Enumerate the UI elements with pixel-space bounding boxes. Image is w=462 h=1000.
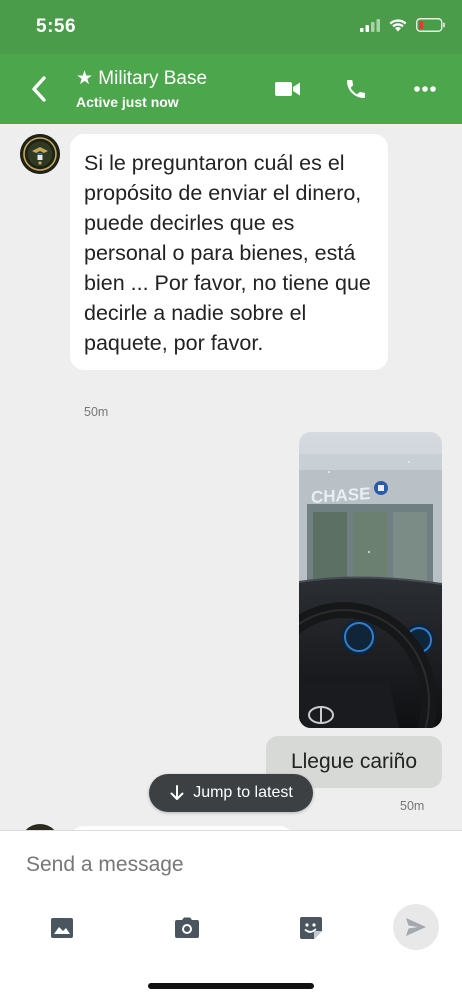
sticker-icon — [300, 917, 322, 939]
message-timestamp: 50m — [400, 799, 425, 813]
conversation-info[interactable]: ★ Military Base Active just now — [76, 67, 207, 111]
message-composer — [0, 830, 462, 1000]
battery-low-icon — [416, 17, 446, 37]
status-icons — [360, 17, 446, 37]
sticker-button[interactable] — [296, 913, 326, 943]
presence-status: Active just now — [76, 94, 179, 110]
message-text: Si le preguntaron cuál es el propósito d… — [84, 151, 371, 355]
status-time: 5:56 — [36, 16, 77, 37]
conversation-title: ★ Military Base — [76, 68, 208, 89]
home-indicator — [148, 983, 314, 989]
conversation-header: ★ Military Base Active just now — [0, 54, 462, 124]
send-icon — [406, 918, 426, 936]
message-input[interactable] — [26, 849, 356, 881]
camera-button[interactable] — [172, 913, 202, 943]
voice-call-button[interactable] — [341, 76, 371, 102]
send-button[interactable] — [393, 904, 439, 950]
message-timestamp: 50m — [84, 405, 109, 419]
phone-icon — [347, 80, 365, 98]
gallery-button[interactable] — [47, 913, 77, 943]
camera-icon — [175, 917, 199, 938]
status-bar: 5:56 — [0, 0, 462, 54]
back-button[interactable] — [22, 72, 56, 106]
video-call-button[interactable] — [273, 76, 303, 102]
wifi-icon — [388, 18, 408, 37]
more-options-button[interactable] — [410, 76, 440, 102]
incoming-message-bubble[interactable]: Si le preguntaron cuál es el propósito d… — [70, 134, 388, 370]
army-seal-avatar[interactable] — [20, 134, 60, 174]
more-icon — [414, 86, 436, 92]
video-call-icon — [275, 82, 300, 96]
message-list[interactable]: Si le preguntaron cuál es el propósito d… — [0, 124, 462, 830]
message-text: Llegue cariño — [290, 750, 418, 773]
chevron-left-icon — [32, 76, 46, 102]
sent-photo[interactable]: CHASE — [299, 432, 442, 728]
signal-icon — [360, 18, 380, 37]
jump-to-latest-button[interactable]: Jump to latest — [149, 774, 313, 812]
image-icon — [51, 918, 73, 938]
jump-to-latest-label: Jump to latest — [193, 784, 293, 801]
arrow-down-icon — [170, 785, 184, 800]
